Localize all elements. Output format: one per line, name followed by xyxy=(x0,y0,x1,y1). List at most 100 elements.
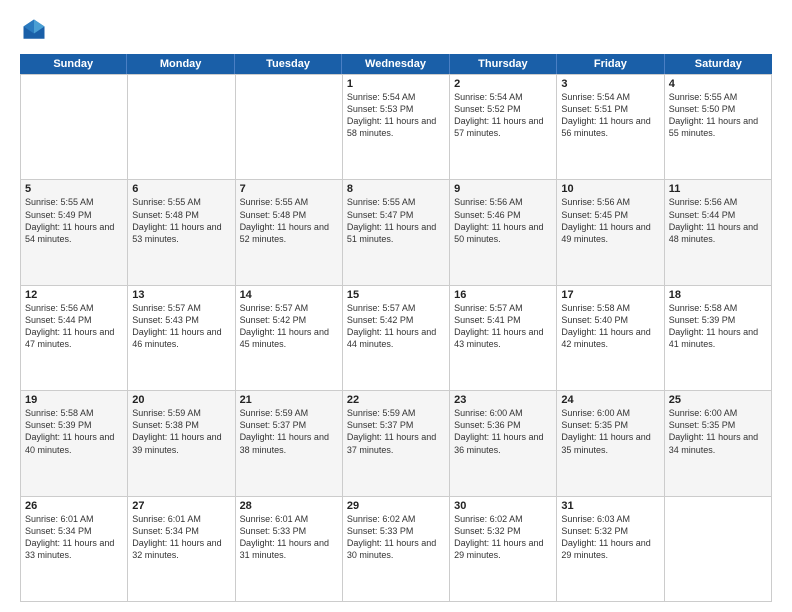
day-number: 25 xyxy=(669,394,767,406)
empty-cell xyxy=(21,75,128,180)
day-number: 18 xyxy=(669,289,767,301)
weekday-header: Monday xyxy=(127,54,234,74)
calendar-cell: 13Sunrise: 5:57 AM Sunset: 5:43 PM Dayli… xyxy=(128,286,235,391)
day-number: 10 xyxy=(561,183,659,195)
calendar-cell: 7Sunrise: 5:55 AM Sunset: 5:48 PM Daylig… xyxy=(236,180,343,285)
calendar-cell: 31Sunrise: 6:03 AM Sunset: 5:32 PM Dayli… xyxy=(557,497,664,602)
day-number: 12 xyxy=(25,289,123,301)
calendar-cell: 29Sunrise: 6:02 AM Sunset: 5:33 PM Dayli… xyxy=(343,497,450,602)
day-number: 11 xyxy=(669,183,767,195)
calendar-cell: 3Sunrise: 5:54 AM Sunset: 5:51 PM Daylig… xyxy=(557,75,664,180)
calendar-cell: 28Sunrise: 6:01 AM Sunset: 5:33 PM Dayli… xyxy=(236,497,343,602)
day-number: 1 xyxy=(347,78,445,90)
cell-info: Sunrise: 5:55 AM Sunset: 5:48 PM Dayligh… xyxy=(132,196,230,245)
calendar-cell: 11Sunrise: 5:56 AM Sunset: 5:44 PM Dayli… xyxy=(665,180,772,285)
day-number: 3 xyxy=(561,78,659,90)
empty-cell xyxy=(665,497,772,602)
cell-info: Sunrise: 5:56 AM Sunset: 5:45 PM Dayligh… xyxy=(561,196,659,245)
calendar-cell: 16Sunrise: 5:57 AM Sunset: 5:41 PM Dayli… xyxy=(450,286,557,391)
day-number: 21 xyxy=(240,394,338,406)
cell-info: Sunrise: 6:02 AM Sunset: 5:32 PM Dayligh… xyxy=(454,513,552,562)
cell-info: Sunrise: 5:54 AM Sunset: 5:51 PM Dayligh… xyxy=(561,91,659,140)
cell-info: Sunrise: 5:59 AM Sunset: 5:37 PM Dayligh… xyxy=(347,407,445,456)
cell-info: Sunrise: 5:57 AM Sunset: 5:42 PM Dayligh… xyxy=(240,302,338,351)
empty-cell xyxy=(128,75,235,180)
calendar-row: 26Sunrise: 6:01 AM Sunset: 5:34 PM Dayli… xyxy=(21,497,772,602)
calendar-cell: 20Sunrise: 5:59 AM Sunset: 5:38 PM Dayli… xyxy=(128,391,235,496)
cell-info: Sunrise: 6:00 AM Sunset: 5:35 PM Dayligh… xyxy=(669,407,767,456)
calendar-row: 5Sunrise: 5:55 AM Sunset: 5:49 PM Daylig… xyxy=(21,180,772,285)
cell-info: Sunrise: 5:54 AM Sunset: 5:52 PM Dayligh… xyxy=(454,91,552,140)
calendar-cell: 17Sunrise: 5:58 AM Sunset: 5:40 PM Dayli… xyxy=(557,286,664,391)
day-number: 31 xyxy=(561,500,659,512)
calendar-row: 19Sunrise: 5:58 AM Sunset: 5:39 PM Dayli… xyxy=(21,391,772,496)
calendar-cell: 8Sunrise: 5:55 AM Sunset: 5:47 PM Daylig… xyxy=(343,180,450,285)
calendar-cell: 9Sunrise: 5:56 AM Sunset: 5:46 PM Daylig… xyxy=(450,180,557,285)
cell-info: Sunrise: 5:57 AM Sunset: 5:41 PM Dayligh… xyxy=(454,302,552,351)
cell-info: Sunrise: 5:58 AM Sunset: 5:40 PM Dayligh… xyxy=(561,302,659,351)
cell-info: Sunrise: 6:02 AM Sunset: 5:33 PM Dayligh… xyxy=(347,513,445,562)
day-number: 23 xyxy=(454,394,552,406)
calendar-cell: 5Sunrise: 5:55 AM Sunset: 5:49 PM Daylig… xyxy=(21,180,128,285)
day-number: 24 xyxy=(561,394,659,406)
weekday-header: Sunday xyxy=(20,54,127,74)
calendar-cell: 14Sunrise: 5:57 AM Sunset: 5:42 PM Dayli… xyxy=(236,286,343,391)
day-number: 26 xyxy=(25,500,123,512)
calendar-cell: 23Sunrise: 6:00 AM Sunset: 5:36 PM Dayli… xyxy=(450,391,557,496)
day-number: 9 xyxy=(454,183,552,195)
day-number: 7 xyxy=(240,183,338,195)
day-number: 17 xyxy=(561,289,659,301)
cell-info: Sunrise: 5:57 AM Sunset: 5:42 PM Dayligh… xyxy=(347,302,445,351)
calendar-cell: 27Sunrise: 6:01 AM Sunset: 5:34 PM Dayli… xyxy=(128,497,235,602)
calendar-cell: 15Sunrise: 5:57 AM Sunset: 5:42 PM Dayli… xyxy=(343,286,450,391)
day-number: 13 xyxy=(132,289,230,301)
calendar-row: 12Sunrise: 5:56 AM Sunset: 5:44 PM Dayli… xyxy=(21,286,772,391)
calendar-cell: 10Sunrise: 5:56 AM Sunset: 5:45 PM Dayli… xyxy=(557,180,664,285)
day-number: 20 xyxy=(132,394,230,406)
cell-info: Sunrise: 6:03 AM Sunset: 5:32 PM Dayligh… xyxy=(561,513,659,562)
weekday-header: Tuesday xyxy=(235,54,342,74)
calendar-cell: 12Sunrise: 5:56 AM Sunset: 5:44 PM Dayli… xyxy=(21,286,128,391)
day-number: 15 xyxy=(347,289,445,301)
logo-icon xyxy=(20,16,48,44)
cell-info: Sunrise: 5:58 AM Sunset: 5:39 PM Dayligh… xyxy=(669,302,767,351)
day-number: 19 xyxy=(25,394,123,406)
day-number: 29 xyxy=(347,500,445,512)
calendar-cell: 1Sunrise: 5:54 AM Sunset: 5:53 PM Daylig… xyxy=(343,75,450,180)
calendar-row: 1Sunrise: 5:54 AM Sunset: 5:53 PM Daylig… xyxy=(21,75,772,180)
cell-info: Sunrise: 5:59 AM Sunset: 5:38 PM Dayligh… xyxy=(132,407,230,456)
cell-info: Sunrise: 5:58 AM Sunset: 5:39 PM Dayligh… xyxy=(25,407,123,456)
logo xyxy=(20,16,52,44)
cell-info: Sunrise: 5:56 AM Sunset: 5:44 PM Dayligh… xyxy=(669,196,767,245)
cell-info: Sunrise: 5:57 AM Sunset: 5:43 PM Dayligh… xyxy=(132,302,230,351)
day-number: 27 xyxy=(132,500,230,512)
calendar-cell: 30Sunrise: 6:02 AM Sunset: 5:32 PM Dayli… xyxy=(450,497,557,602)
cell-info: Sunrise: 5:55 AM Sunset: 5:50 PM Dayligh… xyxy=(669,91,767,140)
calendar-cell: 18Sunrise: 5:58 AM Sunset: 5:39 PM Dayli… xyxy=(665,286,772,391)
calendar-body: 1Sunrise: 5:54 AM Sunset: 5:53 PM Daylig… xyxy=(20,74,772,602)
calendar-cell: 22Sunrise: 5:59 AM Sunset: 5:37 PM Dayli… xyxy=(343,391,450,496)
day-number: 16 xyxy=(454,289,552,301)
calendar-cell: 25Sunrise: 6:00 AM Sunset: 5:35 PM Dayli… xyxy=(665,391,772,496)
weekday-header: Saturday xyxy=(665,54,772,74)
page: SundayMondayTuesdayWednesdayThursdayFrid… xyxy=(0,0,792,612)
cell-info: Sunrise: 6:01 AM Sunset: 5:34 PM Dayligh… xyxy=(132,513,230,562)
calendar-cell: 26Sunrise: 6:01 AM Sunset: 5:34 PM Dayli… xyxy=(21,497,128,602)
weekday-header: Wednesday xyxy=(342,54,449,74)
header xyxy=(20,16,772,44)
calendar-cell: 19Sunrise: 5:58 AM Sunset: 5:39 PM Dayli… xyxy=(21,391,128,496)
calendar-cell: 4Sunrise: 5:55 AM Sunset: 5:50 PM Daylig… xyxy=(665,75,772,180)
calendar-cell: 6Sunrise: 5:55 AM Sunset: 5:48 PM Daylig… xyxy=(128,180,235,285)
cell-info: Sunrise: 5:56 AM Sunset: 5:44 PM Dayligh… xyxy=(25,302,123,351)
cell-info: Sunrise: 5:55 AM Sunset: 5:48 PM Dayligh… xyxy=(240,196,338,245)
day-number: 5 xyxy=(25,183,123,195)
cell-info: Sunrise: 6:01 AM Sunset: 5:34 PM Dayligh… xyxy=(25,513,123,562)
day-number: 22 xyxy=(347,394,445,406)
cell-info: Sunrise: 5:54 AM Sunset: 5:53 PM Dayligh… xyxy=(347,91,445,140)
weekday-header: Thursday xyxy=(450,54,557,74)
cell-info: Sunrise: 5:56 AM Sunset: 5:46 PM Dayligh… xyxy=(454,196,552,245)
cell-info: Sunrise: 6:01 AM Sunset: 5:33 PM Dayligh… xyxy=(240,513,338,562)
day-number: 14 xyxy=(240,289,338,301)
calendar-cell: 21Sunrise: 5:59 AM Sunset: 5:37 PM Dayli… xyxy=(236,391,343,496)
day-number: 28 xyxy=(240,500,338,512)
